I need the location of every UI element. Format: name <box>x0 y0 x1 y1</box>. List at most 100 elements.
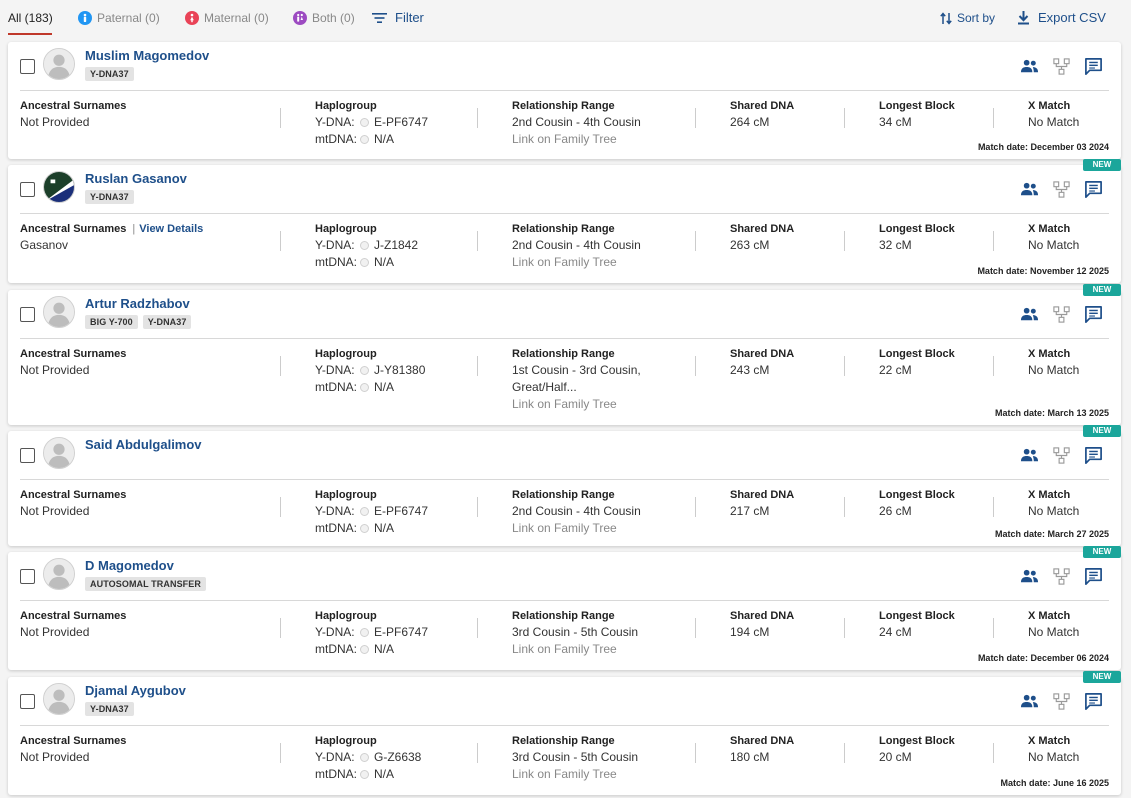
match-card: NEW Ruslan Gasanov Y-DNA37 Ancestral Sur… <box>8 159 1121 283</box>
x-match-column: X Match No Match <box>1028 734 1079 766</box>
select-match-checkbox[interactable] <box>20 307 35 322</box>
family-tree-icon[interactable] <box>1051 56 1071 76</box>
link-family-tree-link[interactable]: Link on Family Tree <box>512 520 641 537</box>
column-divider <box>477 231 478 251</box>
link-family-tree-link[interactable]: Link on Family Tree <box>512 396 641 413</box>
both-icon <box>293 11 307 25</box>
ancestral-surnames-value: Not Provided <box>20 363 90 377</box>
column-divider <box>844 356 845 376</box>
haplogroup-column: Haplogroup Y-DNA: J-Y81380 mtDNA: N/A <box>315 347 425 396</box>
select-match-checkbox[interactable] <box>20 182 35 197</box>
view-details-link[interactable]: View Details <box>139 223 203 235</box>
column-divider <box>280 356 281 376</box>
tab-paternal[interactable]: Paternal (0) <box>78 11 160 25</box>
haplogroup-status-icon <box>360 135 369 144</box>
match-name-link[interactable]: Muslim Magomedov <box>85 48 209 63</box>
mtdna-label: mtDNA: <box>315 767 357 781</box>
shared-dna-heading: Shared DNA <box>730 100 795 112</box>
match-card: NEW Djamal Aygubov Y-DNA37 Ancestral Sur… <box>8 671 1121 795</box>
relationship-range-value: Great/Half... <box>512 380 577 394</box>
column-divider <box>695 497 696 517</box>
message-icon[interactable] <box>1083 304 1103 324</box>
longest-block-heading: Longest Block <box>879 489 955 501</box>
message-icon[interactable] <box>1083 445 1103 465</box>
link-family-tree-link[interactable]: Link on Family Tree <box>512 254 641 271</box>
relationship-range-column: Relationship Range 2nd Cousin - 4th Cous… <box>512 488 641 537</box>
ancestral-surnames-column: Ancestral Surnames Not Provided <box>20 347 126 379</box>
haplogroup-heading: Haplogroup <box>315 489 377 501</box>
column-divider <box>477 618 478 638</box>
test-badges: Y-DNA37 <box>85 67 134 81</box>
message-icon[interactable] <box>1083 566 1103 586</box>
haplogroup-status-icon <box>360 366 369 375</box>
shared-matches-icon[interactable] <box>1019 179 1039 199</box>
match-date: Match date: March 13 2025 <box>994 408 1109 418</box>
family-tree-icon[interactable] <box>1051 566 1071 586</box>
mtdna-label: mtDNA: <box>315 255 357 269</box>
shared-matches-icon[interactable] <box>1019 304 1039 324</box>
tab-both[interactable]: Both (0) <box>293 11 355 25</box>
match-name-link[interactable]: Said Abdulgalimov <box>85 437 202 452</box>
x-match-column: X Match No Match <box>1028 99 1079 131</box>
x-match-column: X Match No Match <box>1028 347 1079 379</box>
tab-maternal[interactable]: Maternal (0) <box>185 11 269 25</box>
family-tree-icon[interactable] <box>1051 304 1071 324</box>
ancestral-surnames-value: Not Provided <box>20 750 90 764</box>
shared-dna-column: Shared DNA 217 cM <box>730 488 794 520</box>
filter-button[interactable]: Filter <box>372 10 424 25</box>
select-match-checkbox[interactable] <box>20 448 35 463</box>
match-name-link[interactable]: Ruslan Gasanov <box>85 171 187 186</box>
sort-by-button[interactable]: Sort by <box>940 11 995 25</box>
shared-matches-icon[interactable] <box>1019 445 1039 465</box>
relationship-range-column: Relationship Range 3rd Cousin - 5th Cous… <box>512 734 638 783</box>
link-family-tree-link[interactable]: Link on Family Tree <box>512 641 638 658</box>
haplogroup-heading: Haplogroup <box>315 223 377 235</box>
match-actions <box>1019 445 1103 465</box>
filter-icon <box>372 12 387 23</box>
column-divider <box>993 618 994 638</box>
maternal-icon <box>185 11 199 25</box>
column-divider <box>280 618 281 638</box>
haplogroup-heading: Haplogroup <box>315 735 377 747</box>
select-match-checkbox[interactable] <box>20 59 35 74</box>
link-family-tree-link[interactable]: Link on Family Tree <box>512 766 638 783</box>
shared-dna-heading: Shared DNA <box>730 223 795 235</box>
match-name-link[interactable]: Djamal Aygubov <box>85 683 186 698</box>
ancestral-surnames-value: Not Provided <box>20 625 90 639</box>
link-family-tree-link[interactable]: Link on Family Tree <box>512 131 641 148</box>
ydna-haplogroup-value: E-PF6747 <box>374 504 429 518</box>
match-actions <box>1019 56 1103 76</box>
family-tree-icon[interactable] <box>1051 691 1071 711</box>
message-icon[interactable] <box>1083 691 1103 711</box>
select-match-checkbox[interactable] <box>20 569 35 584</box>
export-csv-button[interactable]: Export CSV <box>1017 10 1106 25</box>
match-name-link[interactable]: Artur Radzhabov <box>85 296 190 311</box>
shared-matches-icon[interactable] <box>1019 566 1039 586</box>
match-name-link[interactable]: D Magomedov <box>85 558 174 573</box>
match-card: NEW Said Abdulgalimov Ancestral Surnames… <box>8 425 1121 546</box>
family-tree-icon[interactable] <box>1051 445 1071 465</box>
column-divider <box>844 231 845 251</box>
shared-matches-icon[interactable] <box>1019 56 1039 76</box>
tab-all[interactable]: All (183) <box>8 11 53 25</box>
relationship-range-heading: Relationship Range <box>512 223 615 235</box>
mtdna-label: mtDNA: <box>315 380 357 394</box>
test-badge: AUTOSOMAL TRANSFER <box>85 577 206 591</box>
x-match-heading: X Match <box>1028 100 1071 112</box>
message-icon[interactable] <box>1083 56 1103 76</box>
message-icon[interactable] <box>1083 179 1103 199</box>
ydna-label: Y-DNA: <box>315 238 355 252</box>
relationship-range-heading: Relationship Range <box>512 348 615 360</box>
haplogroup-heading: Haplogroup <box>315 348 377 360</box>
column-divider <box>844 743 845 763</box>
ancestral-surnames-column: Ancestral Surnames | View Details Gasanov <box>20 222 203 254</box>
default-avatar-icon <box>43 558 75 590</box>
longest-block-heading: Longest Block <box>879 610 955 622</box>
longest-block-value: 32 cM <box>879 238 912 252</box>
default-avatar-icon <box>43 683 75 715</box>
shared-matches-icon[interactable] <box>1019 691 1039 711</box>
select-match-checkbox[interactable] <box>20 694 35 709</box>
test-badge: Y-DNA37 <box>85 67 134 81</box>
ancestral-surnames-heading: Ancestral Surnames <box>20 223 127 235</box>
family-tree-icon[interactable] <box>1051 179 1071 199</box>
